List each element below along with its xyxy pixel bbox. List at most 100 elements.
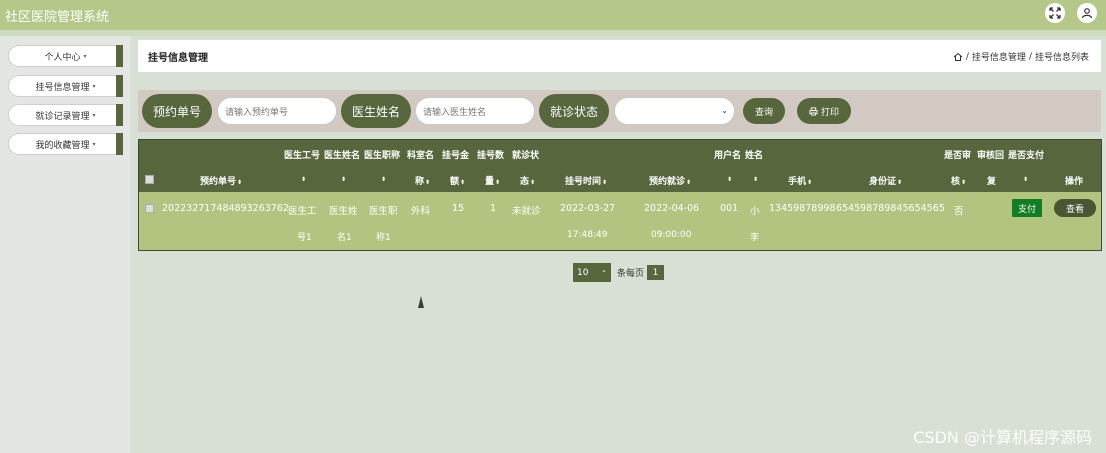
sort-icon: ⬍ [727, 176, 733, 183]
appointment-no-input[interactable]: 请输入预约单号 [217, 97, 337, 125]
th-status-sort[interactable]: 态⬍ [520, 174, 535, 187]
home-icon[interactable] [953, 52, 963, 62]
sort-icon: ⬍ [237, 179, 243, 186]
sort-icon: ⬍ [1023, 176, 1029, 183]
sidebar-item-visit-records[interactable]: 就诊记录管理 ▾ [8, 104, 123, 126]
header-panel: 挂号信息管理 / 挂号信息管理 / 挂号信息列表 [138, 40, 1101, 72]
doctor-name-label: 医生姓名 [341, 94, 411, 128]
visit-status-select[interactable]: ⌄ [614, 97, 735, 125]
sort-icon: ⬍ [686, 179, 692, 186]
sort-icon: ⬍ [807, 179, 813, 186]
th-doctor-name-sort[interactable]: ⬍ [340, 174, 346, 184]
print-button-label: 打印 [820, 107, 839, 118]
th-count-sort[interactable]: 量⬍ [485, 174, 500, 187]
th-department: 科室名 [407, 151, 435, 161]
sort-icon: ⬍ [341, 176, 347, 183]
view-button[interactable]: 查看 [1054, 199, 1096, 217]
cell-reg-date: 2022-03-27 [560, 203, 616, 214]
sort-icon: ⬍ [425, 179, 431, 186]
th-reply-sort[interactable]: 复 [987, 174, 996, 187]
th-doctor-id-sort[interactable]: ⬍ [300, 174, 306, 184]
sort-icon: ⬍ [530, 179, 536, 186]
sidebar-item-favorites[interactable]: 我的收藏管理 ▾ [8, 133, 123, 155]
select-all-checkbox[interactable] [145, 175, 154, 184]
th-name-sort[interactable]: ⬍ [752, 174, 758, 184]
cell-appointment-no: 202232717484893263762 [162, 203, 289, 214]
pay-button[interactable]: 支付 [1012, 199, 1042, 217]
th-actions: 操作 [1065, 177, 1084, 187]
sort-icon: ⬍ [602, 179, 608, 186]
cell-doctor-name-cont: 名1 [337, 233, 352, 243]
th-username-sort[interactable]: ⬍ [726, 174, 732, 184]
sidebar-item-label: 我的收藏管理 [35, 140, 90, 151]
cell-visit-clock: 09:00:00 [651, 230, 692, 240]
page-size-select[interactable]: 10 ⌄ [573, 263, 611, 282]
sort-icon: ⬍ [381, 176, 387, 183]
cell-id-card: 654598789845654565 [836, 203, 945, 214]
registration-table: 医生工号 医生姓名 医生职称 科室名 挂号金 挂号数 就诊状 用户名 姓名 是否… [138, 139, 1102, 251]
th-phone[interactable]: 手机⬍ [788, 174, 812, 187]
th-audit: 是否审 [944, 151, 972, 161]
sort-icon: ⬍ [753, 176, 759, 183]
cell-doctor-id: 医生工 [288, 206, 317, 217]
chevron-down-icon: ⌄ [601, 266, 607, 274]
th-paid-sort[interactable]: ⬍ [1022, 174, 1028, 184]
cell-doctor-title: 医生职 [369, 206, 398, 217]
page-number-button[interactable]: 1 [647, 265, 664, 280]
doctor-name-input[interactable]: 请输入医生姓名 [415, 97, 535, 125]
breadcrumb: / 挂号信息管理 / 挂号信息列表 [953, 50, 1089, 63]
table-header: 医生工号 医生姓名 医生职称 科室名 挂号金 挂号数 就诊状 用户名 姓名 是否… [139, 140, 1101, 192]
th-audit-sort[interactable]: 核⬍ [951, 174, 966, 187]
th-doctor-title: 医生职称 [364, 151, 401, 161]
user-icon[interactable] [1077, 3, 1097, 23]
sort-icon: ⬍ [495, 179, 501, 186]
th-doctor-id: 医生工号 [284, 151, 321, 161]
chevron-down-icon: ▾ [83, 52, 87, 60]
cell-doctor-title-cont: 称1 [376, 233, 391, 243]
cell-visit-date: 2022-04-06 [644, 203, 700, 214]
cell-phone: 13459878998 [769, 203, 836, 214]
sidebar-item-personal-center[interactable]: 个人中心 ▾ [8, 45, 123, 67]
cell-username: 001 [720, 203, 739, 214]
query-button-label: 查询 [754, 107, 773, 118]
th-department-sort[interactable]: 称⬍ [415, 174, 430, 187]
sort-icon: ⬍ [460, 179, 466, 186]
cell-department: 外科 [411, 206, 431, 217]
chevron-down-icon: ▾ [92, 111, 96, 119]
th-appointment-no[interactable]: 预约单号⬍ [200, 174, 242, 187]
sidebar: 个人中心 ▾ 挂号信息管理 ▾ 就诊记录管理 ▾ 我的收藏管理 ▾ [0, 36, 130, 453]
top-bar: 社区医院管理系统 [0, 0, 1106, 30]
top-strip [0, 30, 1106, 36]
th-fee-sort[interactable]: 额⬍ [450, 174, 465, 187]
cell-reg-clock: 17:48:49 [567, 230, 608, 240]
visit-status-label: 就诊状态 [539, 94, 609, 128]
sidebar-item-registration[interactable]: 挂号信息管理 ▾ [8, 75, 123, 97]
cell-name: 小 [750, 206, 760, 217]
cell-status: 未就诊 [512, 206, 541, 217]
th-paid: 是否支付 [1008, 151, 1045, 161]
cell-audit: 否 [954, 206, 964, 217]
th-status: 就诊状 [512, 151, 540, 161]
row-checkbox[interactable] [145, 204, 154, 213]
cell-count: 1 [490, 203, 497, 214]
th-visit-time[interactable]: 预约就诊⬍ [649, 174, 691, 187]
th-username: 用户名 [714, 151, 742, 161]
th-id-card[interactable]: 身份证⬍ [869, 174, 902, 187]
per-page-label: 条每页 [617, 269, 645, 279]
chevron-down-icon: ▾ [92, 82, 96, 90]
breadcrumb-separator: / [965, 51, 969, 62]
cell-fee: 15 [452, 203, 465, 214]
fullscreen-icon[interactable] [1045, 3, 1065, 23]
print-button[interactable]: 打印 [797, 98, 851, 124]
watermark: CSDN @计算机程序源码 [913, 428, 1092, 447]
appointment-no-label: 预约单号 [142, 94, 212, 128]
th-reply: 审核回 [977, 151, 1005, 161]
th-fee: 挂号金 [442, 151, 470, 161]
query-button[interactable]: 查询 [743, 98, 785, 124]
sort-icon: ⬍ [961, 179, 967, 186]
breadcrumb-item[interactable]: 挂号信息管理 [972, 50, 1026, 63]
chevron-down-icon: ▾ [92, 140, 96, 148]
th-reg-time[interactable]: 挂号时间⬍ [565, 174, 607, 187]
cursor-icon [418, 296, 424, 308]
th-doctor-title-sort[interactable]: ⬍ [380, 174, 386, 184]
